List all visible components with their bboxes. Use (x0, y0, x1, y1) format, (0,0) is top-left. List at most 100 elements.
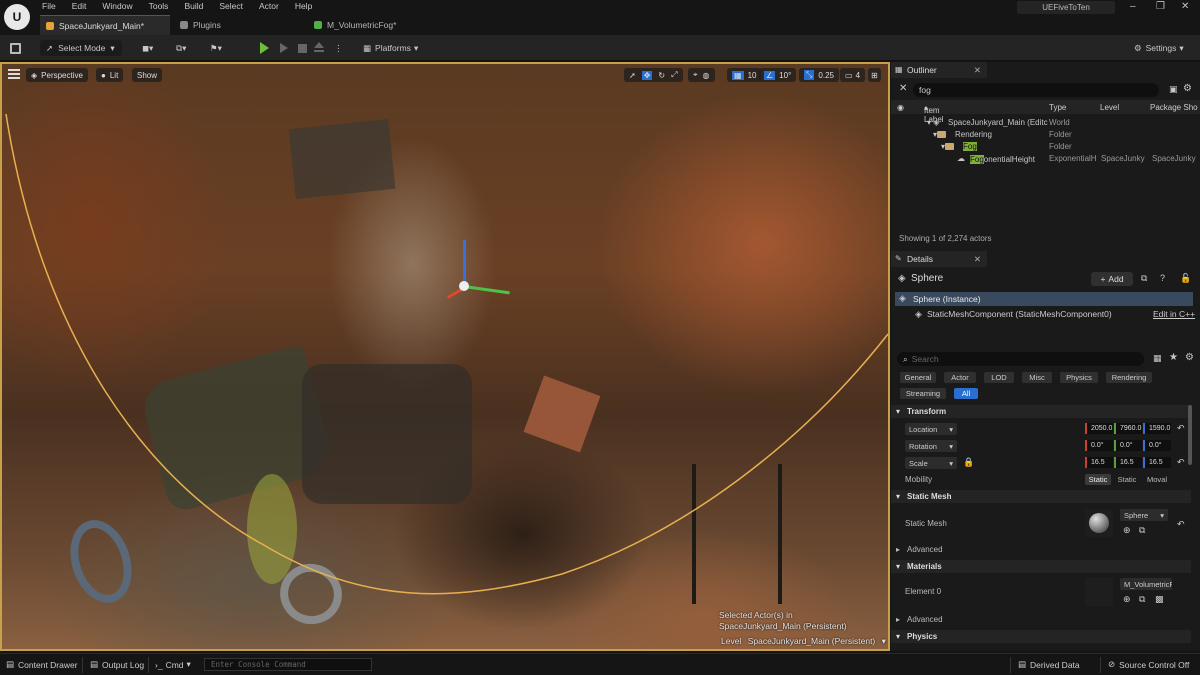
section-transform[interactable]: ▾ Transform (891, 405, 1191, 418)
scale-y-field[interactable]: 16.5 (1114, 457, 1142, 468)
surface-snap-icon[interactable]: ⌖ (693, 70, 698, 80)
menu-edit[interactable]: Edit (72, 0, 87, 14)
perspective-button[interactable]: ◈ Perspective (26, 68, 88, 82)
add-component-button[interactable]: + Add (1091, 272, 1133, 286)
scale-snap[interactable]: ⤡ 0.25 (799, 68, 839, 82)
col-package[interactable]: Package Sho (1150, 103, 1198, 112)
col-type[interactable]: Type (1049, 103, 1066, 112)
blueprint-icon[interactable]: ⧉ (1141, 273, 1147, 284)
location-dropdown[interactable]: Location ▾ (905, 423, 957, 435)
filter-physics[interactable]: Physics (1060, 372, 1098, 383)
location-z-field[interactable]: 1590.0 (1143, 423, 1171, 434)
folder-add-icon[interactable]: ▣ (1169, 84, 1178, 95)
checker-icon[interactable]: ▩ (1155, 594, 1164, 605)
scale-x-field[interactable]: 16.5 (1085, 457, 1113, 468)
stop-button[interactable] (298, 40, 307, 56)
play-button[interactable] (260, 40, 269, 56)
menu-file[interactable]: File (42, 0, 56, 14)
filter-streaming[interactable]: Streaming (900, 388, 946, 399)
current-level[interactable]: Level SpaceJunkyard_Main (Persistent) ▾ (721, 636, 886, 647)
location-y-field[interactable]: 7960.0 (1114, 423, 1142, 434)
col-item-label[interactable]: Item Label ▴ (924, 103, 944, 124)
section-static-mesh[interactable]: ▾ Static Mesh (891, 490, 1191, 503)
minimize-icon[interactable]: – (1130, 1, 1136, 12)
actor-name[interactable]: Sphere (911, 273, 943, 284)
filter-actor[interactable]: Actor (944, 372, 976, 383)
tab-material[interactable]: M_VolumetricFog* (310, 15, 430, 35)
close-icon[interactable]: ✕ (1181, 1, 1189, 12)
filter-all[interactable]: All (954, 388, 978, 399)
gizmo-z-axis[interactable] (463, 240, 466, 286)
rotation-snap[interactable]: ∠ 10° (759, 68, 797, 82)
outliner-row[interactable]: ▾ Fog Folder (891, 141, 1200, 153)
section-advanced[interactable]: ▸ Advanced (891, 543, 1191, 556)
help-icon[interactable]: ? (1160, 273, 1165, 283)
table-view-icon[interactable]: ▦ (1153, 353, 1162, 364)
filter-lod[interactable]: LOD (984, 372, 1014, 383)
menu-window[interactable]: Window (102, 0, 132, 14)
unreal-logo-icon[interactable]: U (4, 4, 30, 30)
tab-outliner[interactable]: Outliner ✕ (891, 62, 987, 78)
platforms-dropdown[interactable]: ▦ Platforms ▾ (363, 40, 418, 56)
outliner-row[interactable]: ☁ ExponentialHeight Fog ExponentialH Spac… (891, 153, 1200, 165)
select-tool-icon[interactable]: ➚ (629, 71, 636, 80)
visibility-icon[interactable]: ◉ (897, 103, 904, 112)
col-level[interactable]: Level (1100, 103, 1119, 112)
more-options-icon[interactable]: ⋮ (334, 40, 343, 56)
maximize-icon[interactable]: ❐ (1156, 1, 1165, 12)
cmd-dropdown[interactable]: ›_ Cmd ▾ (155, 659, 191, 670)
tab-plugins[interactable]: Plugins (176, 15, 296, 35)
component-row[interactable]: StaticMeshComponent (StaticMeshComponent… (927, 309, 1112, 319)
source-control-button[interactable]: ⊘ Source Control Off (1108, 659, 1189, 670)
grid-snap[interactable]: ▦ 10 (727, 68, 762, 82)
console-input[interactable]: Enter Console Command (204, 658, 372, 671)
add-content-icon[interactable]: ◼▾ (142, 40, 153, 56)
cinematics-icon[interactable]: ⚑▾ (210, 40, 222, 56)
material-dropdown[interactable]: M_VolumetricF (1120, 578, 1172, 590)
browse-icon[interactable]: ⊕ (1123, 594, 1131, 605)
menu-help[interactable]: Help (295, 0, 312, 14)
use-selected-icon[interactable]: ⧉ (1139, 525, 1145, 536)
lock-icon[interactable]: 🔓 (1180, 273, 1191, 284)
scale-dropdown[interactable]: Scale ▾ (905, 457, 957, 469)
content-drawer-button[interactable]: ▤ Content Drawer (6, 659, 78, 670)
mobility-stationary[interactable]: Static (1114, 474, 1140, 485)
scale-tool-icon[interactable]: ⤢ (671, 70, 677, 80)
rotate-tool-icon[interactable]: ↻ (658, 71, 665, 80)
star-icon[interactable]: ★ (1169, 352, 1178, 363)
section-physics[interactable]: ▾ Physics (891, 630, 1191, 643)
details-scrollbar[interactable] (1188, 405, 1192, 465)
derived-data-button[interactable]: ▤ Derived Data (1018, 659, 1080, 670)
output-log-button[interactable]: ▤ Output Log (90, 659, 144, 670)
browse-icon[interactable]: ⊕ (1123, 525, 1131, 536)
rotation-x-field[interactable]: 0.0° (1085, 440, 1113, 451)
outliner-row[interactable]: ▾ ◈ SpaceJunkyard_Main (Editc World (891, 117, 1200, 129)
scale-z-field[interactable]: 16.5 (1143, 457, 1171, 468)
save-icon[interactable] (10, 40, 21, 56)
gear-icon[interactable]: ⚙ (1183, 83, 1192, 94)
tab-level[interactable]: SpaceJunkyard_Main* (40, 15, 170, 35)
section-advanced-materials[interactable]: ▸ Advanced (891, 613, 1191, 626)
mobility-movable[interactable]: Moval (1143, 474, 1171, 485)
viewport-layout-icon[interactable]: ⊞ (868, 68, 881, 82)
close-icon[interactable]: ✕ (974, 65, 981, 76)
menu-build[interactable]: Build (184, 0, 203, 14)
show-button[interactable]: Show (132, 68, 163, 82)
mobility-static[interactable]: Static (1085, 474, 1111, 485)
use-selected-icon[interactable]: ⧉ (1139, 594, 1145, 605)
filter-misc[interactable]: Misc (1022, 372, 1052, 383)
filter-general[interactable]: General (900, 372, 936, 383)
reset-icon[interactable]: ↶ (1177, 519, 1185, 530)
level-viewport[interactable]: ◈ Perspective ● Lit Show ➚ ✥ ↻ ⤢ ⌖ ◍ ▦ 1… (0, 62, 890, 651)
close-icon[interactable]: ✕ (974, 254, 981, 265)
mesh-thumbnail[interactable] (1085, 509, 1113, 537)
rotation-dropdown[interactable]: Rotation ▾ (905, 440, 957, 452)
menu-select[interactable]: Select (219, 0, 243, 14)
viewport-menu-icon[interactable] (8, 69, 20, 81)
eject-button[interactable] (314, 40, 324, 56)
filter-rendering[interactable]: Rendering (1106, 372, 1152, 383)
outliner-row[interactable]: ▾ Rendering Folder (891, 129, 1200, 141)
rotation-z-field[interactable]: 0.0° (1143, 440, 1171, 451)
blueprint-icon[interactable]: ⧉▾ (176, 40, 186, 56)
clear-search-icon[interactable]: ✕ (899, 83, 907, 94)
